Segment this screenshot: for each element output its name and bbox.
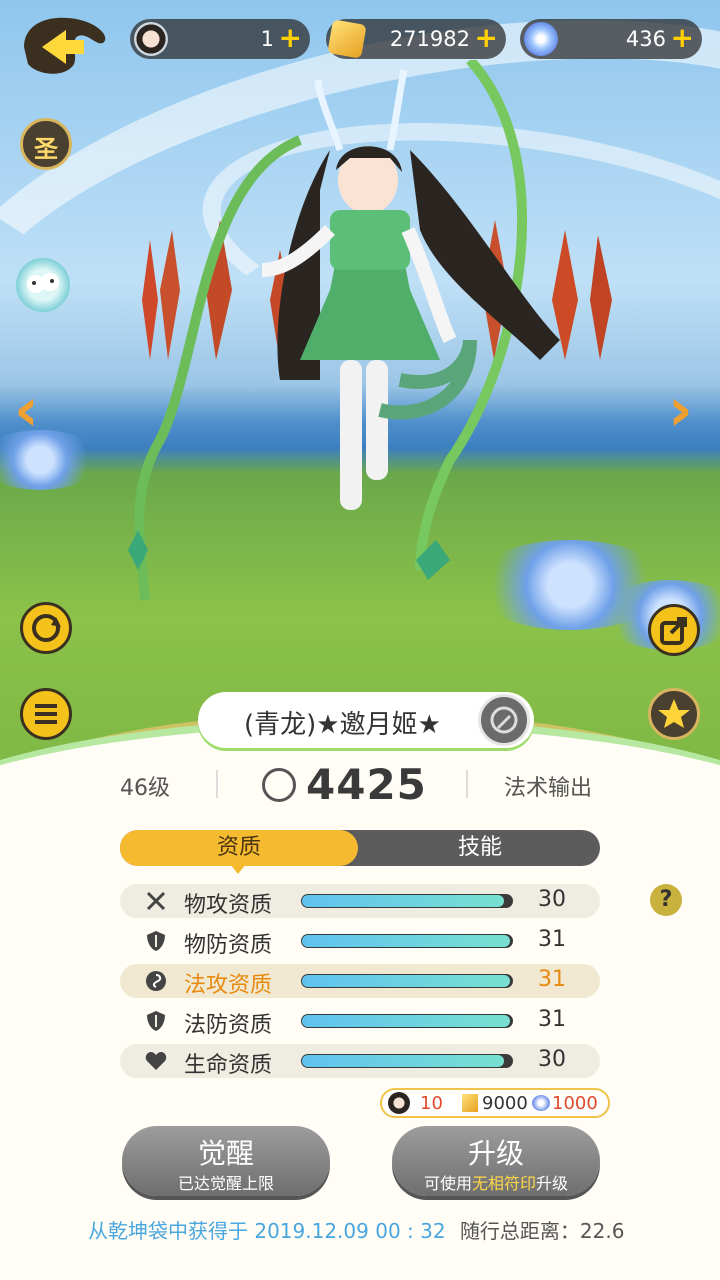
acquisition-info: 从乾坤袋中获得于 2019.12.09 00 : 32 随行总距离：22.6 <box>88 1215 630 1244</box>
character-level: 46级 <box>120 776 170 801</box>
heart-icon <box>145 1052 167 1070</box>
stat-value: 31 <box>538 1007 566 1032</box>
stat-bar <box>301 934 513 948</box>
next-arrow-icon[interactable]: › <box>668 380 693 440</box>
tab-skills[interactable]: 技能 <box>360 830 600 866</box>
stat-value: 31 <box>538 927 566 952</box>
spiral-icon <box>146 971 166 991</box>
rename-button[interactable] <box>478 694 530 746</box>
travel-distance: 随行总距离：22.6 <box>459 1219 625 1243</box>
upgrade-item-name: 无相符印 <box>471 1174 536 1193</box>
gold-coin-icon <box>462 1094 478 1112</box>
help-icon[interactable]: ? <box>650 884 682 916</box>
stat-bar-fill <box>302 1055 504 1067</box>
sword-circle-icon <box>262 768 296 802</box>
avatar-token-icon <box>388 1092 410 1114</box>
stat-value: 31 <box>538 967 566 992</box>
upgrade-title: 升级 <box>467 1137 524 1170</box>
favorite-button[interactable] <box>648 688 700 740</box>
tab-bar: 资质 技能 <box>120 830 600 866</box>
acquired-date: 从乾坤袋中获得于 2019.12.09 00 : 32 <box>88 1219 446 1243</box>
diamond-icon <box>524 22 558 56</box>
upgrade-subtitle: 可使用无相符印升级 <box>392 1170 600 1194</box>
diamond-icon <box>532 1095 550 1111</box>
cost-gold: 9000 <box>482 1093 528 1114</box>
pet-portrait-button[interactable] <box>16 258 70 312</box>
add-token-button[interactable]: + <box>279 22 302 54</box>
prev-arrow-icon[interactable]: ‹ <box>14 380 39 440</box>
character-model[interactable] <box>0 60 720 620</box>
stat-bar <box>301 974 513 988</box>
stat-bar-fill <box>302 1015 510 1027</box>
name-plate: (青龙)★邀月姬★ <box>198 692 534 748</box>
add-gold-button[interactable]: + <box>475 22 498 54</box>
resource-token[interactable]: 1 + <box>130 19 310 59</box>
tab-aptitude[interactable]: 资质 <box>120 830 358 866</box>
upgrade-button[interactable]: 升级 可使用无相符印升级 <box>392 1126 600 1196</box>
stat-row: 物攻资质 30 <box>120 884 600 918</box>
shield-icon <box>147 1011 165 1031</box>
shield-icon <box>147 931 165 951</box>
awaken-button[interactable]: 觉醒 已达觉醒上限 <box>122 1126 330 1196</box>
back-button[interactable] <box>18 12 110 82</box>
share-icon <box>660 617 687 645</box>
resource-gold[interactable]: 271982 + <box>326 19 506 59</box>
stat-label: 物攻资质 <box>184 893 273 918</box>
combat-power: 4425 <box>306 760 427 809</box>
stat-label: 法攻资质 <box>184 973 273 998</box>
divider <box>466 770 468 798</box>
stat-bar <box>301 894 513 908</box>
stat-row: 物防资质 31 <box>120 924 600 958</box>
gold-count: 271982 <box>389 27 470 51</box>
character-name: (青龙)★邀月姬★ <box>244 710 441 740</box>
divider <box>216 770 218 798</box>
upgrade-cost: 10 9000 1000 <box>380 1088 610 1118</box>
stat-bar-fill <box>302 975 510 987</box>
add-diamond-button[interactable]: + <box>671 22 694 54</box>
stat-label: 物防资质 <box>184 933 273 958</box>
stat-value: 30 <box>538 887 566 912</box>
share-button[interactable] <box>648 604 700 656</box>
diamond-count: 436 <box>625 27 666 51</box>
menu-list-button[interactable] <box>20 688 72 740</box>
stat-value: 30 <box>538 1047 566 1072</box>
stat-bar-fill <box>302 895 504 907</box>
stat-bar <box>301 1054 513 1068</box>
rotate-icon <box>32 614 61 642</box>
stat-label: 生命资质 <box>184 1053 273 1078</box>
resource-diamond[interactable]: 436 + <box>520 19 702 59</box>
upgrade-sub-text: 升级 <box>536 1174 569 1193</box>
pencil-icon <box>490 706 518 734</box>
awaken-subtitle: 已达觉醒上限 <box>177 1174 274 1193</box>
awaken-title: 觉醒 <box>197 1137 254 1170</box>
rotate-button[interactable] <box>20 602 72 654</box>
stat-row: 生命资质 30 <box>120 1044 600 1078</box>
sword-icon <box>146 891 166 911</box>
upgrade-sub-text: 可使用 <box>423 1174 472 1193</box>
stat-bar-fill <box>302 935 510 947</box>
holy-label: 圣 <box>34 135 58 163</box>
holy-button[interactable]: 圣 <box>20 118 72 170</box>
pet-icon <box>27 273 59 293</box>
game-screen: 1 + 271982 + 436 + 圣 ‹ › (青龙)★邀月姬★ 46级 4… <box>0 0 720 1280</box>
star-icon <box>658 699 690 728</box>
stat-row: 法攻资质 31 <box>120 964 600 998</box>
cost-diamond: 1000 <box>552 1093 598 1114</box>
avatar-token-icon <box>134 22 168 56</box>
stat-row: 法防资质 31 <box>120 1004 600 1038</box>
tab-indicator <box>230 864 246 874</box>
stat-label: 法防资质 <box>184 1013 273 1038</box>
list-icon <box>35 704 57 724</box>
stat-bar <box>301 1014 513 1028</box>
cost-token: 10 <box>420 1093 443 1114</box>
character-role: 法术输出 <box>504 776 593 801</box>
token-count: 1 <box>260 27 274 51</box>
gold-coin-icon <box>327 19 367 59</box>
